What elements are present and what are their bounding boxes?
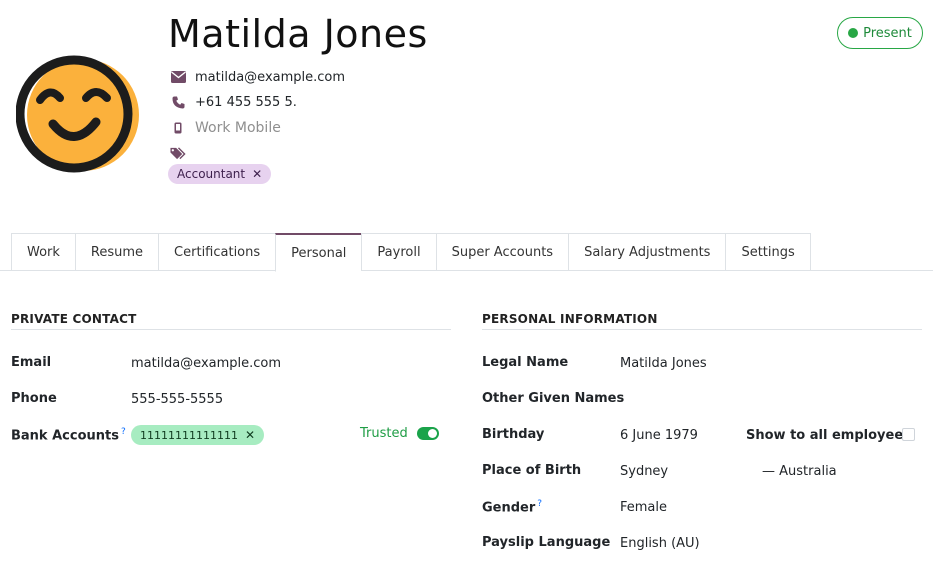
bank-account-chip[interactable]: 11111111111111 ✕ — [131, 425, 265, 445]
remove-tag-icon[interactable]: ✕ — [252, 167, 262, 181]
tags-row[interactable] — [170, 145, 195, 161]
tab-certifications[interactable]: Certifications — [158, 233, 276, 271]
bank-accounts-label: Bank Accounts? — [11, 427, 126, 443]
form-tabs: Work Resume Certifications Personal Payr… — [11, 233, 811, 272]
bank-accounts-help-icon[interactable]: ? — [121, 427, 126, 437]
tab-payroll[interactable]: Payroll — [361, 233, 436, 271]
tab-personal[interactable]: Personal — [275, 233, 362, 272]
trusted-label: Trusted — [360, 426, 408, 441]
legal-name-field[interactable]: Matilda Jones — [620, 356, 707, 371]
toggle-knob — [428, 429, 437, 438]
legal-name-label: Legal Name — [482, 355, 569, 370]
gender-label-text: Gender — [482, 500, 536, 516]
country-separator: — — [762, 464, 775, 479]
bank-account-number: 11111111111111 — [140, 428, 238, 442]
personal-information-divider — [482, 329, 922, 330]
other-given-names-label: Other Given Names — [482, 391, 625, 406]
envelope-icon — [170, 69, 186, 85]
remove-bank-account-icon[interactable]: ✕ — [245, 428, 255, 442]
gender-label: Gender? — [482, 499, 542, 515]
private-phone-label: Phone — [11, 391, 57, 406]
show-to-all-employees-label: Show to all employees — [746, 428, 911, 443]
gender-help-icon[interactable]: ? — [537, 499, 542, 509]
work-email-row[interactable]: matilda@example.com — [170, 69, 345, 85]
payslip-language-label: Payslip Language — [482, 535, 611, 550]
tab-resume[interactable]: Resume — [74, 233, 159, 271]
tag-chip-accountant[interactable]: Accountant ✕ — [168, 164, 272, 184]
private-email-label: Email — [11, 355, 52, 370]
work-mobile-row[interactable]: Work Mobile — [170, 120, 281, 136]
employee-avatar[interactable] — [15, 52, 144, 178]
gender-field[interactable]: Female — [620, 500, 667, 515]
status-label: Present — [863, 25, 912, 41]
tab-work[interactable]: Work — [11, 233, 75, 271]
bank-accounts-label-text: Bank Accounts — [11, 428, 119, 444]
payslip-language-field[interactable]: English (AU) — [620, 536, 700, 551]
birthday-label: Birthday — [482, 427, 545, 442]
country-of-birth-value: Australia — [779, 464, 837, 479]
personal-information-heading: PERSONAL INFORMATION — [482, 312, 658, 326]
private-contact-heading: PRIVATE CONTACT — [11, 312, 137, 326]
private-phone-field[interactable]: 555-555-5555 — [131, 392, 223, 407]
mobile-icon — [170, 120, 186, 136]
tab-super-accounts[interactable]: Super Accounts — [435, 233, 569, 271]
tag-chip-label: Accountant — [177, 167, 246, 181]
presence-status-badge[interactable]: Present — [837, 17, 923, 49]
private-email-field[interactable]: matilda@example.com — [131, 356, 281, 371]
place-of-birth-city-field[interactable]: Sydney — [620, 464, 668, 479]
phone-icon — [170, 94, 186, 110]
country-of-birth-field[interactable]: — Australia — [762, 464, 837, 479]
place-of-birth-label: Place of Birth — [482, 463, 582, 478]
work-phone-value: +61 455 555 5. — [195, 94, 297, 110]
birthday-field[interactable]: 6 June 1979 — [620, 428, 698, 443]
employee-name-field[interactable]: Matilda Jones — [168, 12, 428, 56]
tab-salary-adjustments[interactable]: Salary Adjustments — [568, 233, 726, 271]
tab-settings[interactable]: Settings — [725, 233, 811, 271]
work-phone-row[interactable]: +61 455 555 5. — [170, 94, 297, 110]
private-contact-divider — [11, 329, 451, 330]
work-email-value: matilda@example.com — [195, 69, 346, 85]
status-dot-icon — [848, 28, 859, 38]
tags-icon — [170, 145, 186, 161]
show-to-all-employees-checkbox[interactable] — [902, 428, 915, 441]
trusted-toggle[interactable] — [417, 427, 439, 440]
smiling-face-icon — [15, 55, 139, 173]
work-mobile-placeholder: Work Mobile — [195, 120, 281, 136]
